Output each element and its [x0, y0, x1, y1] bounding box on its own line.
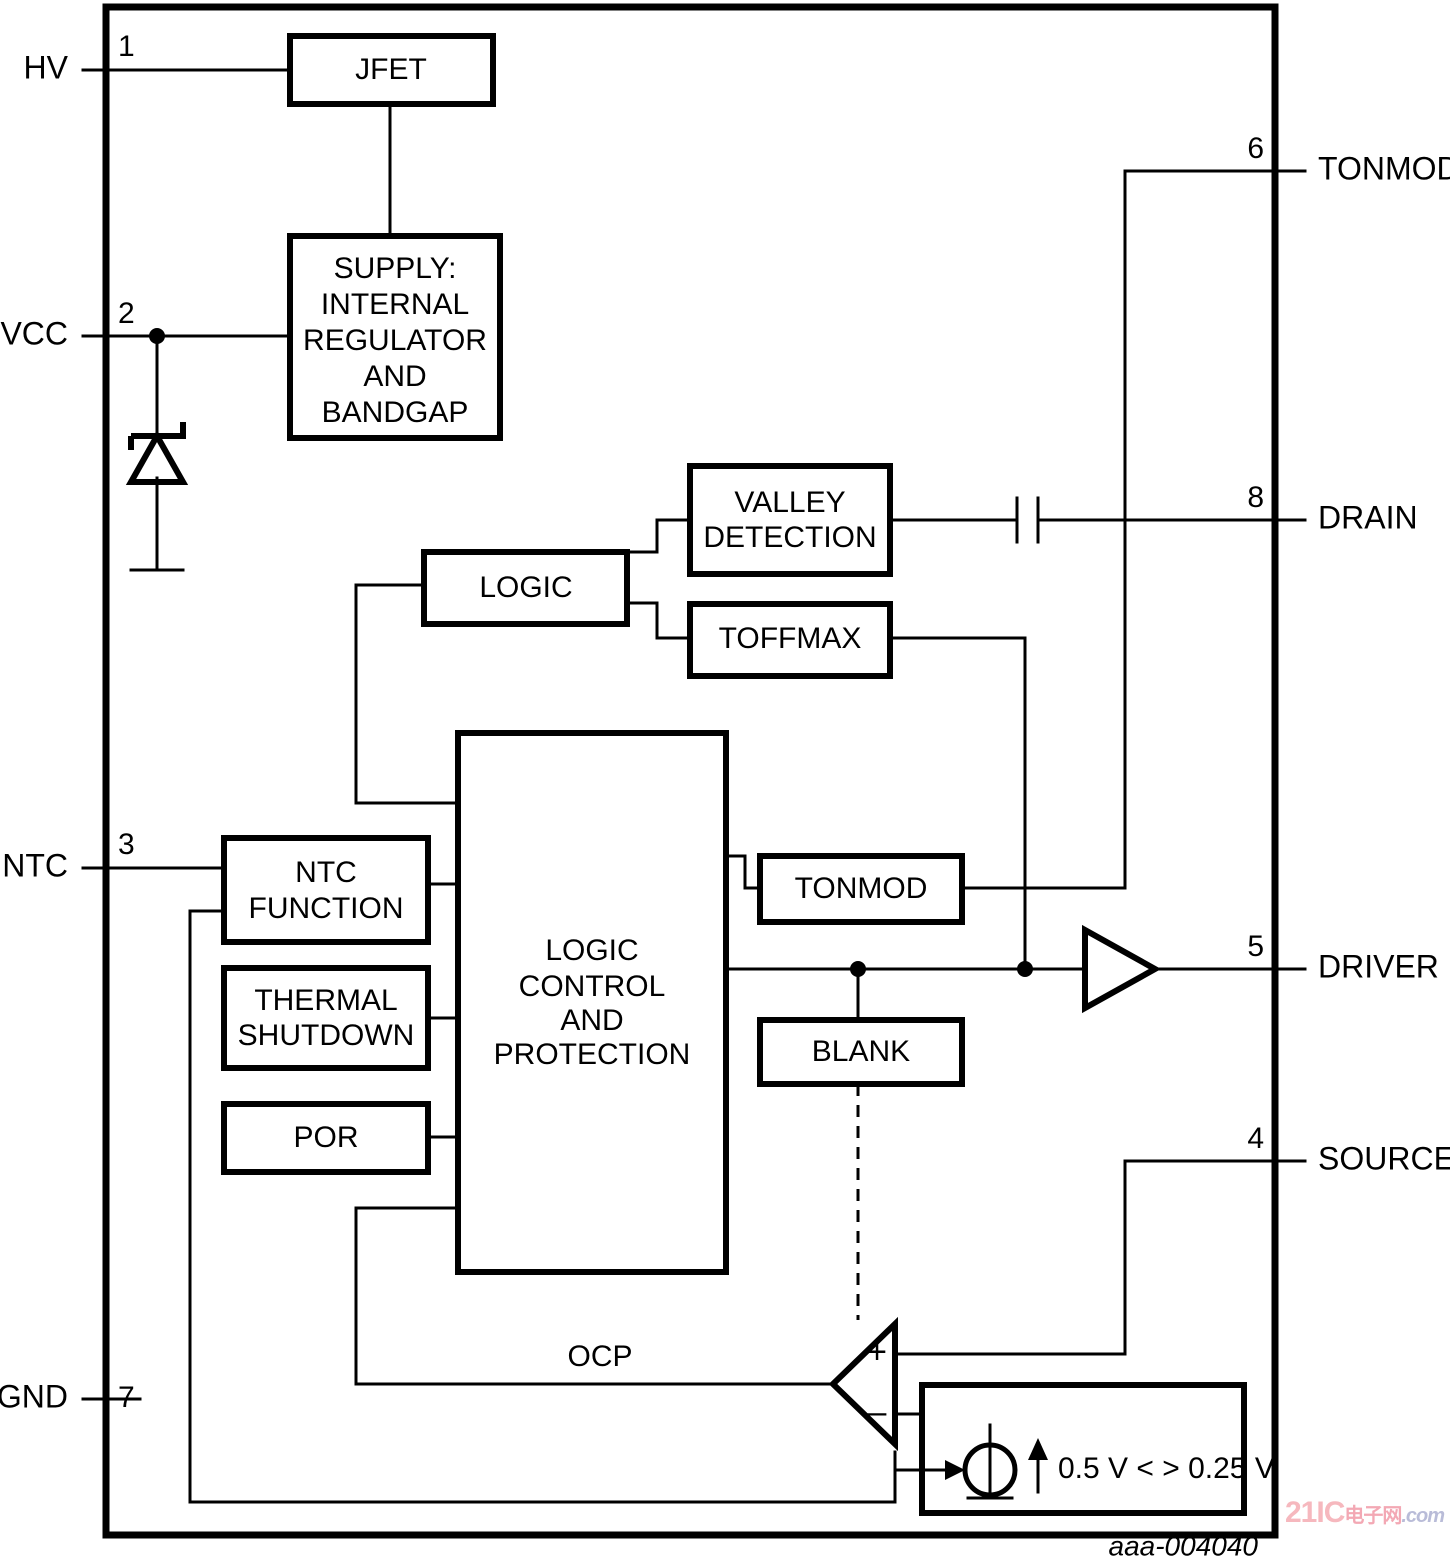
pin-label-gnd: GND — [0, 1378, 68, 1414]
ocp-label: OCP — [567, 1340, 632, 1373]
pin-label-ntc: NTC — [2, 847, 68, 883]
comparator-minus-label: – — [868, 1393, 887, 1431]
block-thermal-line-1: THERMAL — [254, 984, 397, 1017]
pin-number-6: 6 — [1247, 132, 1264, 165]
wire-logic-to-valley — [625, 518, 692, 554]
wire-comparator-plus-to-source — [893, 1159, 1277, 1356]
pin-number-5: 5 — [1247, 930, 1264, 963]
block-thermal-line-2: SHUTDOWN — [238, 1019, 415, 1052]
block-jfet-label: JFET — [355, 53, 427, 86]
block-logic-control-line-4: PROTECTION — [494, 1038, 691, 1071]
block-toffmax-label: TOFFMAX — [719, 622, 862, 655]
pin-label-hv: HV — [24, 49, 69, 85]
block-por-label: POR — [293, 1121, 358, 1154]
wire-logiccontrol-to-tonmod — [724, 854, 762, 890]
block-logic-control-line-1: LOGIC — [545, 934, 638, 967]
pin-number-3: 3 — [118, 828, 135, 861]
wire-tonmod-to-pin6 — [960, 169, 1277, 890]
block-supply-line-5: BANDGAP — [322, 396, 469, 429]
block-supply-line-1: SUPPLY: — [334, 252, 457, 285]
threshold-label: 0.5 V < > 0.25 V — [1058, 1452, 1275, 1485]
pin-number-4: 4 — [1247, 1122, 1264, 1155]
block-ntc-line-2: FUNCTION — [249, 892, 404, 925]
block-diagram-canvas: JFET SUPPLY: INTERNAL REGULATOR AND BAND… — [0, 3, 1450, 1561]
figure-id-label: aaa-004040 — [1109, 1530, 1259, 1561]
pin-label-source: SOURCE — [1318, 1140, 1450, 1176]
block-diagram-figure: JFET SUPPLY: INTERNAL REGULATOR AND BAND… — [0, 0, 1450, 1562]
block-supply-line-4: AND — [363, 360, 426, 393]
pin-label-vcc: VCC — [0, 315, 68, 351]
block-ntc-line-1: NTC — [295, 856, 357, 889]
block-supply-line-3: REGULATOR — [303, 324, 487, 357]
block-tonmod-label: TONMOD — [795, 872, 928, 905]
block-logic-label: LOGIC — [479, 571, 572, 604]
block-valley-line-1: VALLEY — [734, 486, 845, 519]
block-ntc-function[interactable] — [221, 835, 431, 945]
pin-number-7: 7 — [118, 1381, 135, 1414]
block-supply-line-2: INTERNAL — [321, 288, 469, 321]
driver-buffer-icon — [1082, 924, 1162, 1014]
block-logic-control-line-2: CONTROL — [519, 970, 666, 1003]
block-blank-label: BLANK — [812, 1035, 910, 1068]
block-valley-line-2: DETECTION — [703, 521, 876, 554]
pin-label-drain: DRAIN — [1318, 499, 1418, 535]
zener-diode-icon — [125, 429, 189, 485]
pin-label-driver: DRIVER — [1318, 948, 1439, 984]
pin-number-2: 2 — [118, 297, 135, 330]
pin-number-1: 1 — [118, 30, 135, 63]
comparator-plus-label: + — [867, 1333, 887, 1371]
pin-number-8: 8 — [1247, 481, 1264, 514]
pin-label-tonmod: TONMOD — [1318, 150, 1450, 186]
threshold-reference-box — [919, 1382, 1247, 1516]
junction-toffmax — [1017, 961, 1033, 977]
block-logic-control-line-3: AND — [560, 1004, 623, 1037]
wire-logic-to-toffmax — [625, 601, 692, 640]
